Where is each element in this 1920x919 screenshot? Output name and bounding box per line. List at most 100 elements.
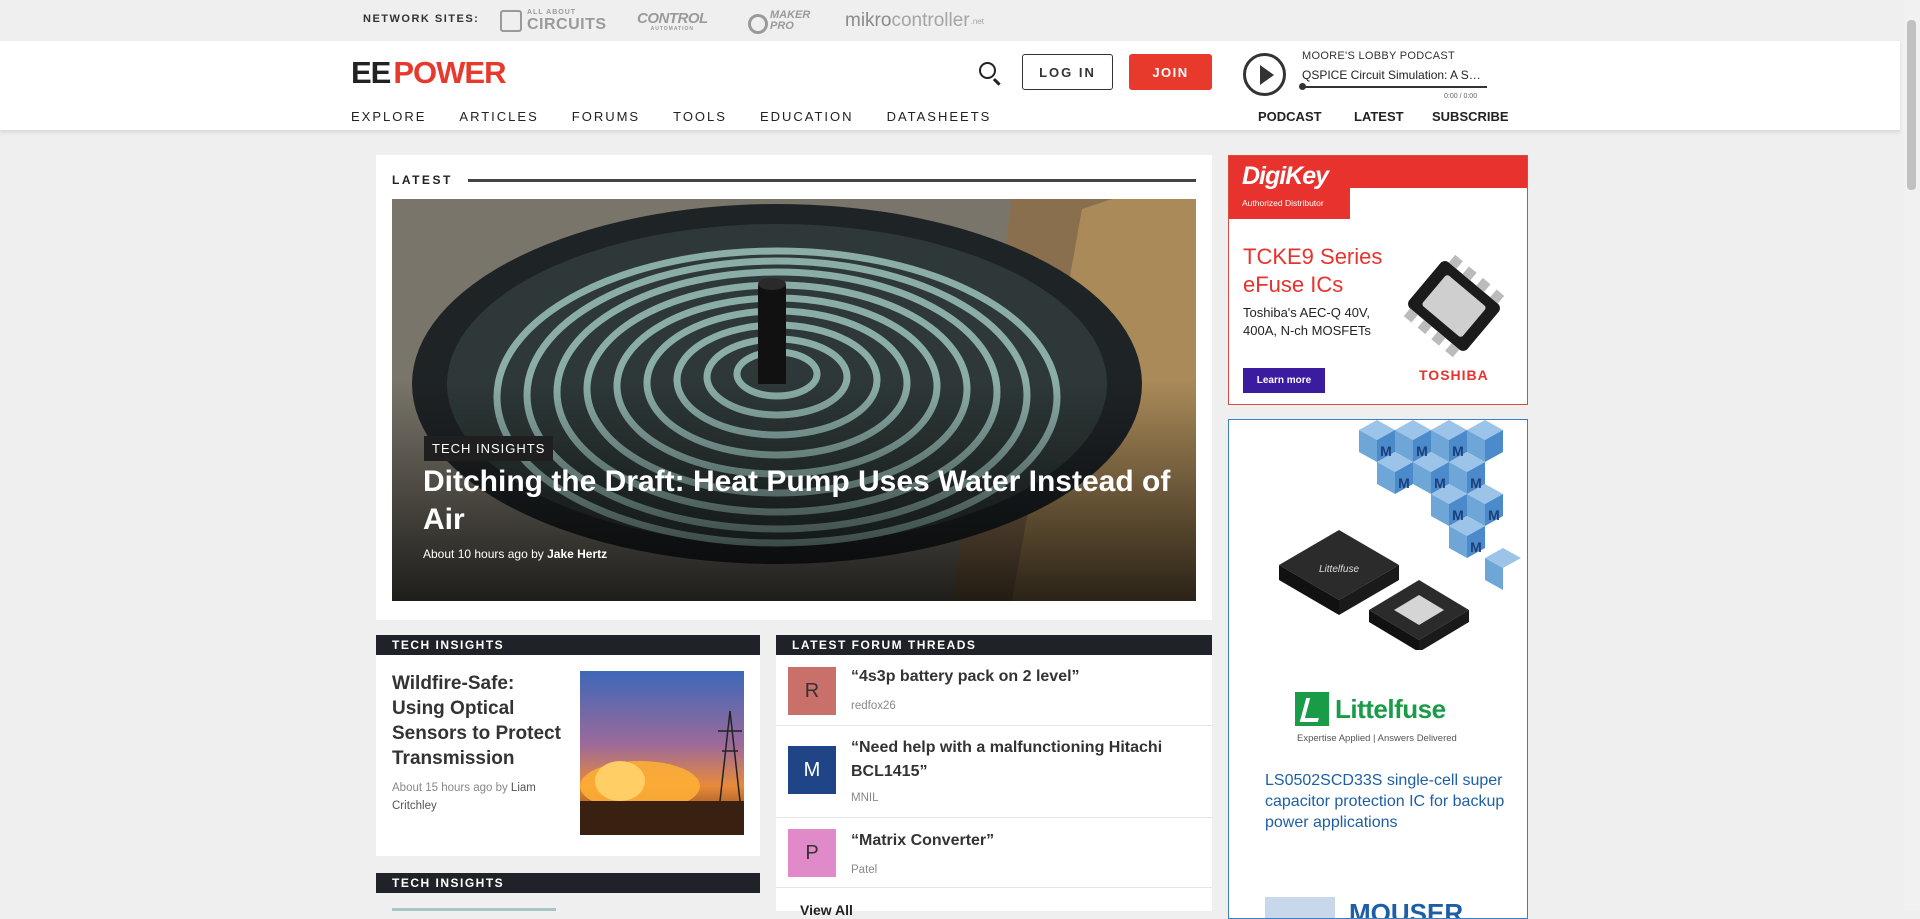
logo-power: POWER [393,55,506,90]
hero-gradient [392,199,1196,601]
network-sites-label: NETWORK SITES: [363,13,480,25]
pro-text: PRO [770,20,794,32]
hero-meta: About 10 hours ago by Jake Hertz [423,547,607,561]
tech-insights-header: TECH INSIGHTS [376,635,760,655]
tech-insights-header-2: TECH INSIGHTS [376,873,760,893]
littelfuse-mark-icon [1295,692,1329,726]
svg-text:M: M [1470,475,1482,491]
tech-article-image[interactable] [580,671,744,835]
littelfuse-tagline: Expertise Applied | Answers Delivered [1297,733,1457,744]
control-small-text: AUTOMATION [650,25,695,32]
mikrocontroller-link[interactable]: mikro controller .net [845,7,984,35]
page-scrollbar[interactable] [1903,0,1920,911]
svg-text:M: M [1452,507,1464,523]
nav-education[interactable]: EDUCATION [760,109,854,124]
forum-thread-title[interactable]: “Need help with a malfunctioning Hitachi… [851,736,1196,784]
podcast-progress-knob[interactable] [1299,83,1306,90]
hero-author[interactable]: Jake Hertz [547,547,607,561]
nav-tools[interactable]: TOOLS [673,109,727,124]
avatar: R [788,667,836,715]
digikey-brand: DigiKey [1242,162,1329,190]
tech-insights-card[interactable]: Wildfire-Safe: Using Optical Sensors to … [376,655,760,856]
forum-thread-item[interactable]: P “Matrix Converter” Patel [776,818,1212,888]
nav-explore[interactable]: EXPLORE [351,109,426,124]
svg-text:M: M [1452,443,1464,459]
svg-text:M: M [1416,443,1428,459]
makerpro-link[interactable]: MAKER PRO [744,7,810,35]
littelfuse-logo: Littelfuse [1295,692,1446,726]
site-header: EE POWER LOG IN JOIN MOORE'S LOBBY PODCA… [0,41,1900,131]
podcast-episode-link[interactable]: QSPICE Circuit Simulation: A Spic... [1302,68,1487,82]
tech-article-title[interactable]: Wildfire-Safe: Using Optical Sensors to … [392,671,568,771]
scrollbar-thumb[interactable] [1907,20,1916,190]
logo-ee: EE [351,55,391,90]
avatar: M [788,746,836,794]
control-big-text: CONTROL [637,9,708,27]
nav-podcast[interactable]: PODCAST [1258,109,1322,124]
login-button[interactable]: LOG IN [1022,54,1113,90]
nav-articles[interactable]: ARTICLES [459,109,538,124]
chip-image [1403,254,1505,358]
play-icon[interactable] [1243,53,1286,96]
view-all-link[interactable]: View All [800,902,853,918]
avatar: P [788,829,836,877]
digikey-sub: Authorized Distributor [1242,198,1324,208]
forum-thread-title[interactable]: “4s3p battery pack on 2 level” [851,665,1196,689]
mikro-text: mikro [845,10,892,31]
allaboutcircuits-link[interactable]: ALL ABOUT CIRCUITS [500,7,607,35]
tech-article-meta: About 15 hours ago by Liam Critchley [392,779,552,815]
network-sites-bar: NETWORK SITES: ALL ABOUT CIRCUITS CONTRO… [0,0,1920,41]
join-button[interactable]: JOIN [1129,54,1212,90]
toshiba-logo: TOSHIBA [1419,367,1489,383]
ad-headline: TCKE9 Series eFuse ICs [1243,244,1383,297]
hero-title[interactable]: Ditching the Draft: Heat Pump Uses Water… [423,463,1183,539]
forum-thread-user[interactable]: redfox26 [851,700,896,712]
svg-text:M: M [1434,475,1446,491]
svg-text:M: M [1488,507,1500,523]
mouser-cube-pattern: MMM MMM MM M Littelfuse [1279,420,1521,650]
forum-thread-user[interactable]: MNIL [851,792,878,804]
nav-latest[interactable]: LATEST [1354,109,1404,124]
eepower-logo[interactable]: EE POWER [351,55,506,91]
forum-threads-card: R “4s3p battery pack on 2 level” redfox2… [776,655,1212,911]
littelfuse-ad[interactable]: MMM MMM MM M Littelfuse Littelfuse Exper… [1228,419,1528,919]
podcast-time: 0:00 / 0:00 [1444,93,1478,100]
svg-text:M: M [1470,539,1482,555]
latest-label: LATEST [392,173,453,187]
littelfuse-description: LS0502SCD33S single-cell super capacitor… [1265,772,1505,831]
tld-text: .net [970,16,984,26]
aac-big-text: CIRCUITS [527,16,607,33]
gear-icon [744,10,768,34]
latest-section: LATEST TECH INSIGHTS Ditching the Draft:… [376,155,1212,620]
forum-thread-user[interactable]: Patel [851,864,877,876]
mouser-logo [1265,897,1335,918]
hero-category-tag[interactable]: TECH INSIGHTS [424,436,554,461]
forum-threads-header: LATEST FORUM THREADS [776,635,1212,655]
podcast-progress-track[interactable] [1302,86,1487,88]
forum-thread-title[interactable]: “Matrix Converter” [851,829,1196,853]
svg-text:M: M [1398,475,1410,491]
ad-description: Toshiba's AEC-Q 40V, 400A, N-ch MOSFETs [1243,305,1371,338]
svg-text:M: M [1380,443,1392,459]
nav-datasheets[interactable]: DATASHEETS [887,109,992,124]
nav-forums[interactable]: FORUMS [572,109,640,124]
digikey-logo: DigiKey Authorized Distributor [1229,156,1350,219]
digikey-ad[interactable]: DigiKey Authorized Distributor TCKE9 Ser… [1228,155,1528,405]
latest-divider [468,179,1196,182]
main-nav: EXPLORE ARTICLES FORUMS TOOLS EDUCATION … [351,109,1024,124]
nav-subscribe[interactable]: SUBSCRIBE [1432,109,1509,124]
mouser-text: MOUSER [1349,898,1464,919]
control-automation-link[interactable]: CONTROL AUTOMATION [637,7,708,35]
littelfuse-brand: Littelfuse [1335,693,1446,724]
search-icon[interactable] [977,60,1003,86]
chip-icon [500,10,522,32]
chip-marking: Littelfuse [1319,564,1359,575]
hero-time: About 10 hours ago by [423,547,548,561]
hero-article[interactable]: TECH INSIGHTS Ditching the Draft: Heat P… [392,199,1196,601]
podcast-title: MOORE'S LOBBY PODCAST [1302,50,1456,62]
tech-article-time: About 15 hours ago by [392,782,511,794]
learn-more-button[interactable]: Learn more [1243,368,1325,393]
forum-thread-item[interactable]: R “4s3p battery pack on 2 level” redfox2… [776,655,1212,726]
controller-text: controller [891,10,970,31]
forum-thread-item[interactable]: M “Need help with a malfunctioning Hitac… [776,726,1212,818]
